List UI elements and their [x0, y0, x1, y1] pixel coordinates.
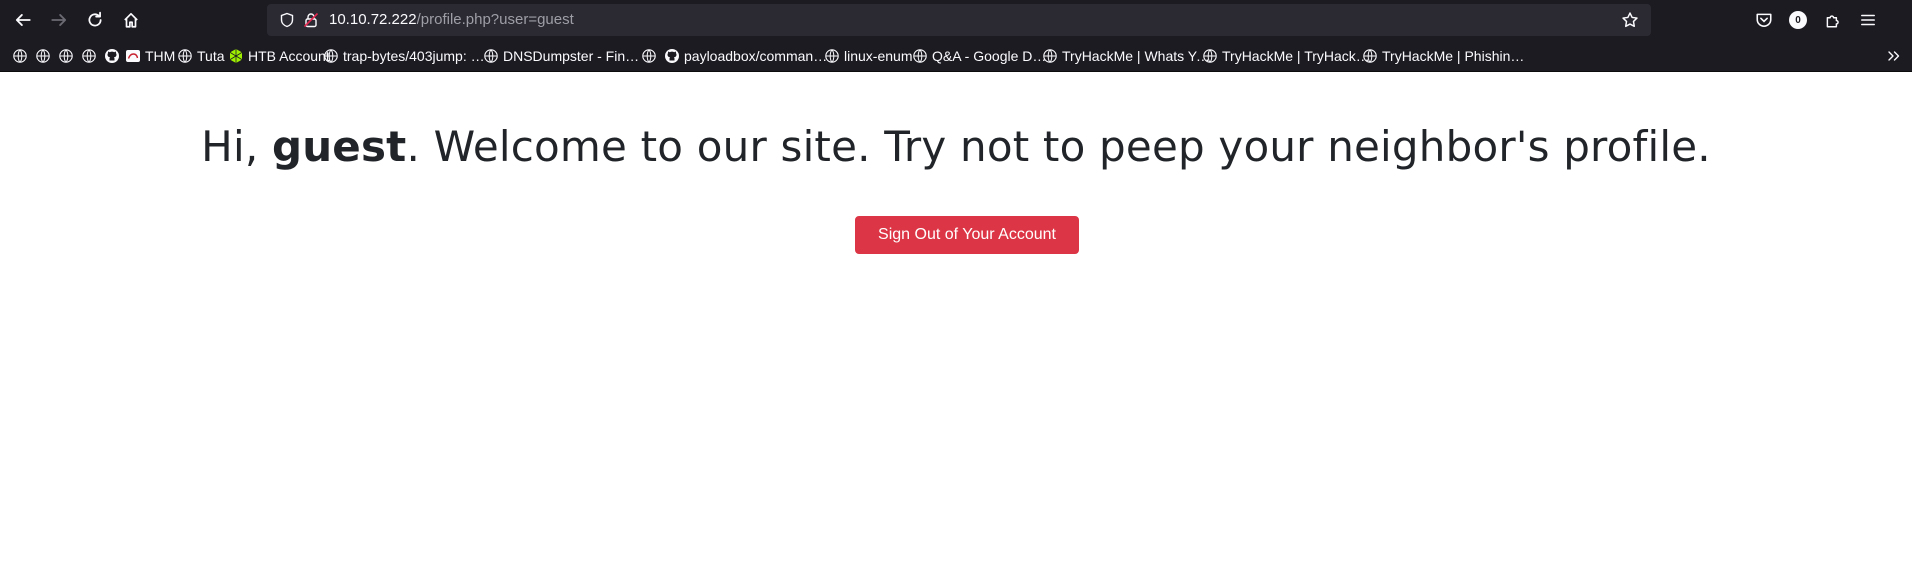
bookmark-label: TryHackMe | Whats Yo…	[1062, 48, 1210, 64]
bookmark-label: trap-bytes/403jump: …	[343, 48, 485, 64]
browser-chrome: 10.10.72.222/profile.php?user=guest 0 TH…	[0, 0, 1912, 72]
browser-toolbar: 10.10.72.222/profile.php?user=guest 0	[0, 0, 1912, 40]
globe-icon	[323, 48, 343, 64]
bookmark-item[interactable]: HTB Account	[228, 46, 330, 66]
bookmark-label: TryHackMe | TryHack3…	[1222, 48, 1372, 64]
menu-icon[interactable]	[1859, 11, 1877, 29]
globe-icon	[177, 48, 197, 64]
forward-button[interactable]	[41, 2, 77, 38]
github-icon	[104, 48, 124, 64]
bookmark-item[interactable]: trap-bytes/403jump: …	[323, 46, 485, 66]
bookmark-item[interactable]: TryHackMe | Phishing …	[1362, 46, 1528, 66]
bookmark-item[interactable]: Q&A - Google Docs	[912, 46, 1054, 66]
pocket-icon[interactable]	[1755, 11, 1773, 29]
bookmark-label: payloadbox/command…	[684, 48, 834, 64]
page-content: Hi, guest. Welcome to our site. Try not …	[0, 72, 1912, 562]
username: guest	[271, 122, 407, 171]
globe-icon	[483, 48, 503, 64]
home-icon	[124, 12, 138, 28]
bookmark-item[interactable]: TryHackMe | TryHack3…	[1202, 46, 1372, 66]
insecure-lock-icon[interactable]	[303, 12, 319, 28]
globe-icon	[641, 48, 661, 64]
greeting-prefix: Hi,	[201, 122, 272, 171]
reload-icon	[88, 11, 102, 27]
extensions-icon[interactable]	[1824, 11, 1842, 29]
htb-icon	[228, 48, 248, 64]
bookmark-label: HTB Account	[248, 48, 330, 64]
bookmark-item[interactable]: DNSDumpster - Find …	[483, 46, 646, 66]
globe-icon	[1042, 48, 1062, 64]
back-arrow-icon	[15, 14, 31, 26]
thm-icon	[125, 48, 145, 64]
bookmark-item[interactable]	[12, 46, 32, 66]
bookmark-item[interactable]	[81, 46, 101, 66]
globe-icon	[824, 48, 844, 64]
toolbar-right-icons: 0	[1712, 0, 1912, 40]
globe-icon	[81, 48, 101, 64]
bookmark-label: TryHackMe | Phishing …	[1382, 48, 1528, 64]
bookmark-item[interactable]	[58, 46, 78, 66]
bookmarks-bar: THM Tuta HTB Account trap-bytes/403jump: … D…	[0, 40, 1912, 72]
globe-icon	[58, 48, 78, 64]
bookmark-item[interactable]	[641, 46, 661, 66]
bookmark-item[interactable]: payloadbox/command…	[664, 46, 834, 66]
bookmark-label: Tuta	[197, 48, 225, 64]
bookmark-item[interactable]	[35, 46, 55, 66]
bookmark-item[interactable]	[104, 46, 124, 66]
forward-arrow-icon	[51, 14, 67, 26]
bookmark-item[interactable]: linux-enum	[824, 46, 912, 66]
url-path: /profile.php?user=guest	[416, 11, 574, 28]
globe-icon	[1362, 48, 1382, 64]
bookmark-item[interactable]: THM	[125, 46, 175, 66]
url-bar[interactable]: 10.10.72.222/profile.php?user=guest	[267, 4, 1651, 36]
bookmark-label: Q&A - Google Docs	[932, 48, 1054, 64]
globe-icon	[1202, 48, 1222, 64]
bookmark-label: THM	[145, 48, 176, 64]
globe-icon	[12, 48, 32, 64]
double-chevron-icon	[1888, 51, 1900, 61]
back-button[interactable]	[5, 2, 41, 38]
bookmark-label: linux-enum	[844, 48, 913, 64]
shield-icon[interactable]	[279, 12, 295, 28]
bookmark-item[interactable]: TryHackMe | Whats Yo…	[1042, 46, 1210, 66]
bookmark-star-icon[interactable]	[1621, 11, 1639, 29]
globe-icon	[912, 48, 932, 64]
bookmark-item[interactable]: Tuta	[177, 46, 225, 66]
bookmark-label: DNSDumpster - Find …	[503, 48, 646, 64]
account-badge[interactable]: 0	[1789, 11, 1807, 29]
welcome-heading: Hi, guest. Welcome to our site. Try not …	[0, 122, 1912, 171]
url-text[interactable]: 10.10.72.222/profile.php?user=guest	[329, 11, 574, 28]
reload-button[interactable]	[77, 2, 113, 38]
sign-out-button[interactable]: Sign Out of Your Account	[855, 216, 1079, 254]
home-button[interactable]	[113, 2, 149, 38]
url-host: 10.10.72.222	[329, 11, 417, 28]
github-icon	[664, 48, 684, 64]
globe-icon	[35, 48, 55, 64]
greeting-suffix: . Welcome to our site. Try not to peep y…	[406, 122, 1711, 171]
bookmarks-overflow-button[interactable]	[1886, 46, 1906, 66]
